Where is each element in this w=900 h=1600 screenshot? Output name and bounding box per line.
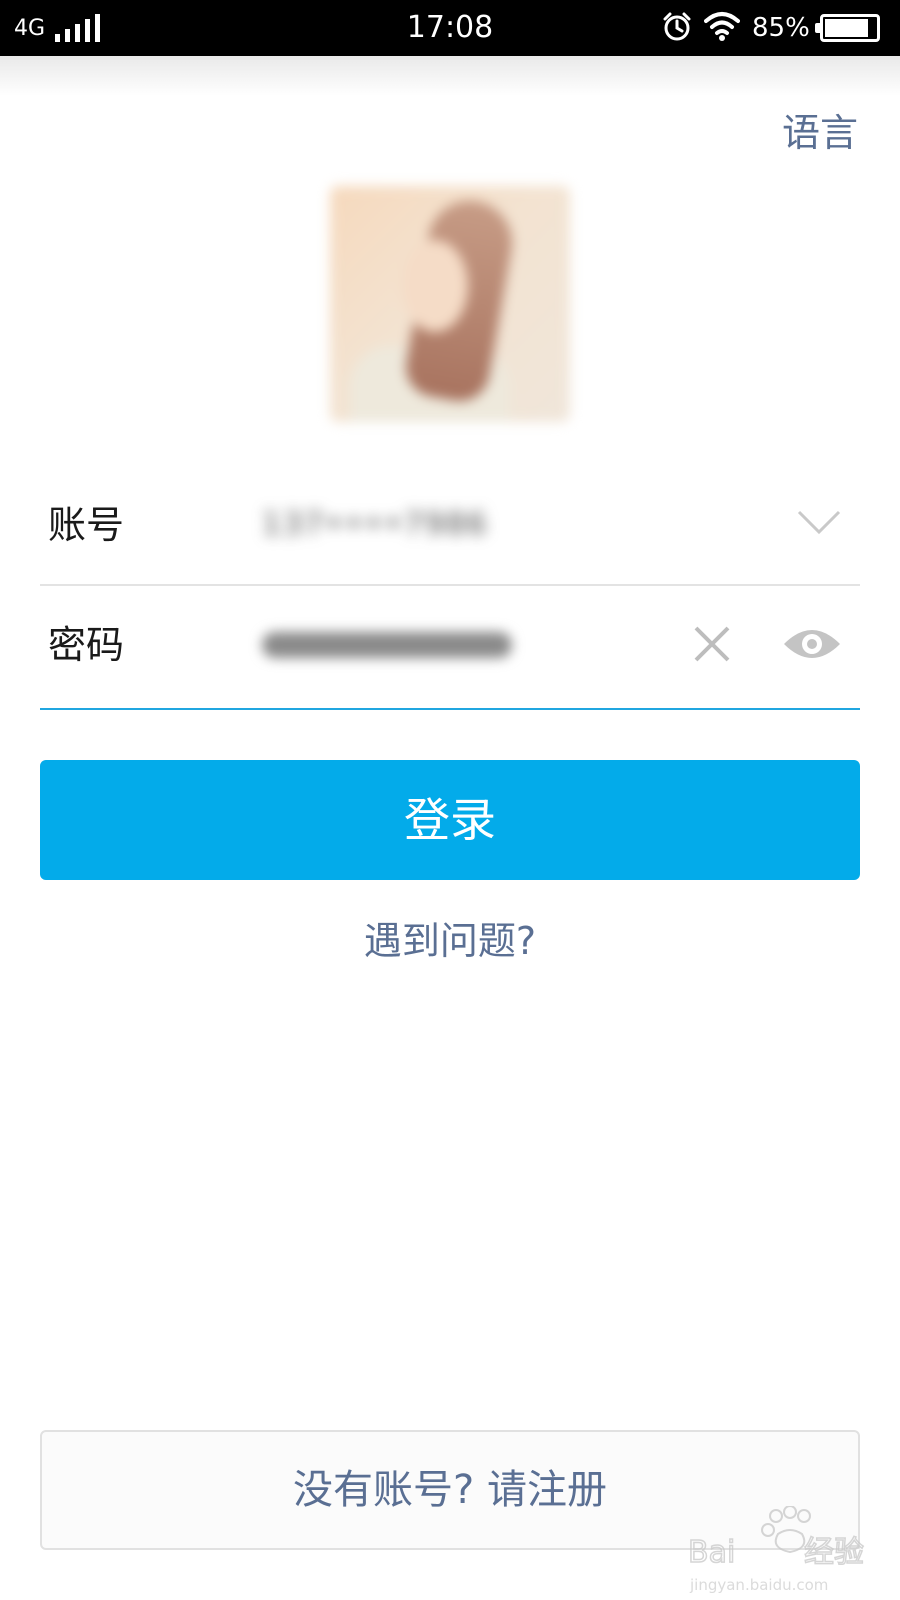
password-input[interactable] bbox=[262, 632, 512, 658]
help-link[interactable]: 遇到问题? bbox=[0, 916, 900, 966]
account-row[interactable]: 账号 137••••7986 bbox=[40, 466, 860, 584]
battery-icon bbox=[815, 14, 880, 42]
wifi-icon bbox=[704, 12, 740, 41]
clear-icon[interactable] bbox=[690, 622, 734, 666]
password-focus-line bbox=[40, 708, 860, 710]
password-label: 密码 bbox=[48, 623, 125, 667]
battery-fill bbox=[825, 19, 868, 37]
register-button[interactable]: 没有账号? 请注册 bbox=[40, 1430, 860, 1550]
chevron-down-icon[interactable] bbox=[796, 502, 842, 542]
avatar bbox=[330, 186, 570, 422]
status-bar: 4G 17:08 85% bbox=[0, 0, 900, 56]
status-bar-shadow bbox=[0, 56, 900, 96]
login-screen: 4G 17:08 85% 语言 账号 137••••7986 密码 登录 遇到问… bbox=[0, 0, 900, 1600]
battery-percent: 85% bbox=[752, 13, 810, 43]
svg-text:jingyan.baidu.com: jingyan.baidu.com bbox=[689, 1576, 828, 1594]
alarm-icon bbox=[663, 12, 691, 41]
account-input[interactable]: 137••••7986 bbox=[262, 502, 522, 548]
password-row[interactable]: 密码 bbox=[40, 586, 860, 704]
login-button[interactable]: 登录 bbox=[40, 760, 860, 880]
eye-icon[interactable] bbox=[782, 622, 842, 666]
account-label: 账号 bbox=[48, 503, 125, 547]
language-link[interactable]: 语言 bbox=[782, 108, 858, 158]
